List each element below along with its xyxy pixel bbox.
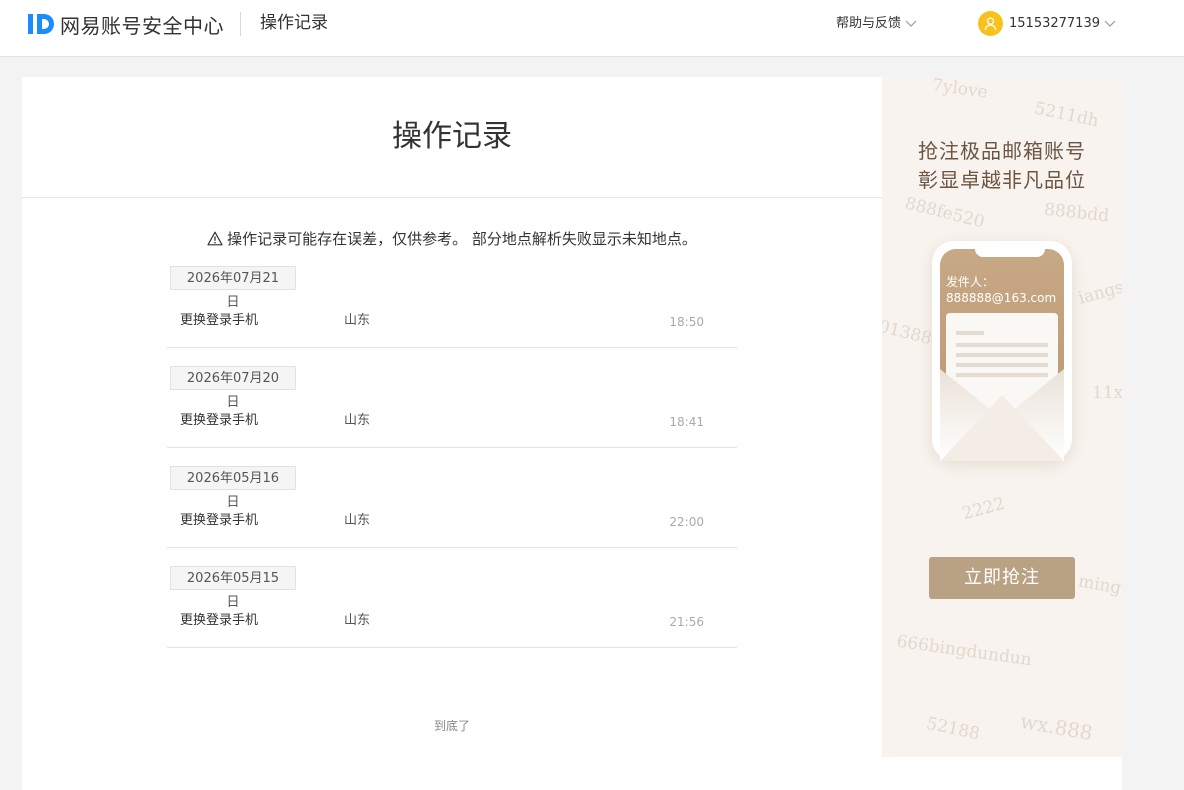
record-action: 更换登录手机 [180, 513, 259, 528]
record-time: 18:41 [669, 415, 704, 429]
ad-watermark: 11x [1092, 383, 1122, 403]
record-location: 山东 [344, 613, 371, 628]
ad-watermark: 01388 [882, 316, 934, 350]
envelope-icon [940, 369, 1064, 461]
username: 15153277139 [1009, 16, 1100, 31]
sender-email: 888888@163.com [946, 291, 1057, 305]
site-logo[interactable]: 网易账号安全中心 [26, 10, 224, 38]
user-icon [984, 17, 997, 31]
end-of-list-text: 到底了 [433, 719, 470, 733]
date-tag: 2026年07月21日 [170, 266, 296, 310]
header-page-name: 操作记录 [260, 13, 328, 33]
page-title: 操作记录 [392, 119, 512, 154]
record-location: 山东 [344, 313, 371, 328]
help-feedback-label: 帮助与反馈 [836, 16, 902, 31]
phone-illustration: 发件人： 888888@163.com [932, 241, 1072, 461]
ad-watermark: 888fe520 [902, 193, 987, 233]
ad-watermark: 52188 [924, 713, 982, 745]
warning-icon [207, 231, 223, 246]
record-divider [167, 647, 737, 648]
date-tag: 2026年05月15日 [170, 566, 296, 610]
help-feedback-menu[interactable]: 帮助与反馈 [836, 15, 917, 33]
record-divider [167, 447, 737, 448]
ad-watermark: 666bingdundun [895, 631, 1033, 671]
site-name: 网易账号安全中心 [60, 13, 224, 38]
ad-watermark: iangs [1076, 277, 1122, 309]
ad-watermark: 2222 [960, 493, 1008, 525]
netease-id-logo-icon [28, 14, 54, 34]
ad-slogan-line1: 抢注极品邮箱账号 [918, 139, 1086, 163]
record-action: 更换登录手机 [180, 413, 259, 428]
date-tag: 2026年05月16日 [170, 466, 296, 510]
record-time: 18:50 [669, 315, 704, 329]
record-group: 2026年07月21日 更换登录手机 山东 18:50 [167, 266, 737, 366]
record-group: 2026年05月15日 更换登录手机 山东 21:56 [167, 566, 737, 666]
record-location: 山东 [344, 513, 371, 528]
premium-email-ad[interactable]: 7ylove 5211dh 888fe520 888bdd iangs 0138… [882, 77, 1122, 757]
ad-watermark: ming [1076, 571, 1122, 599]
record-location: 山东 [344, 413, 371, 428]
ad-watermark: 888bdd [1043, 199, 1110, 227]
record-divider [167, 347, 737, 348]
notice-message: 操作记录可能存在误差，仅供参考。 部分地点解析失败显示未知地点。 [227, 230, 697, 248]
title-divider [22, 197, 882, 198]
avatar [978, 11, 1003, 36]
ad-slogan: 抢注极品邮箱账号 彰显卓越非凡品位 [882, 137, 1122, 195]
ad-watermark: 5211dh [1032, 98, 1101, 132]
ad-watermark: 7ylove [930, 77, 989, 103]
record-action: 更换登录手机 [180, 613, 259, 628]
register-now-button[interactable]: 立即抢注 [929, 557, 1075, 599]
ad-slogan-line2: 彰显卓越非凡品位 [918, 168, 1086, 192]
sender-label: 发件人： [946, 275, 995, 289]
record-list: 2026年07月21日 更换登录手机 山东 18:50 2026年07月20日 … [167, 266, 737, 666]
record-time: 22:00 [669, 515, 704, 529]
record-divider [167, 547, 737, 548]
chevron-down-icon [1104, 20, 1116, 27]
date-tag: 2026年07月20日 [170, 366, 296, 410]
user-menu[interactable]: 15153277139 [978, 11, 1116, 36]
notice-text: 操作记录可能存在误差，仅供参考。 部分地点解析失败显示未知地点。 [22, 229, 882, 249]
record-action: 更换登录手机 [180, 313, 259, 328]
phone-notch [975, 249, 1045, 257]
operation-records-card: 操作记录 操作记录可能存在误差，仅供参考。 部分地点解析失败显示未知地点。 20… [22, 77, 882, 790]
phone-screen: 发件人： 888888@163.com [940, 249, 1064, 461]
record-time: 21:56 [669, 615, 704, 629]
record-group: 2026年05月16日 更换登录手机 山东 22:00 [167, 466, 737, 566]
chevron-down-icon [905, 20, 917, 27]
top-header: 网易账号安全中心 操作记录 帮助与反馈 15153277139 [0, 0, 1184, 57]
record-group: 2026年07月20日 更换登录手机 山东 18:41 [167, 366, 737, 466]
header-divider [240, 12, 241, 36]
ad-watermark: wx.888 [1018, 708, 1095, 746]
ad-footer-space [882, 757, 1122, 790]
